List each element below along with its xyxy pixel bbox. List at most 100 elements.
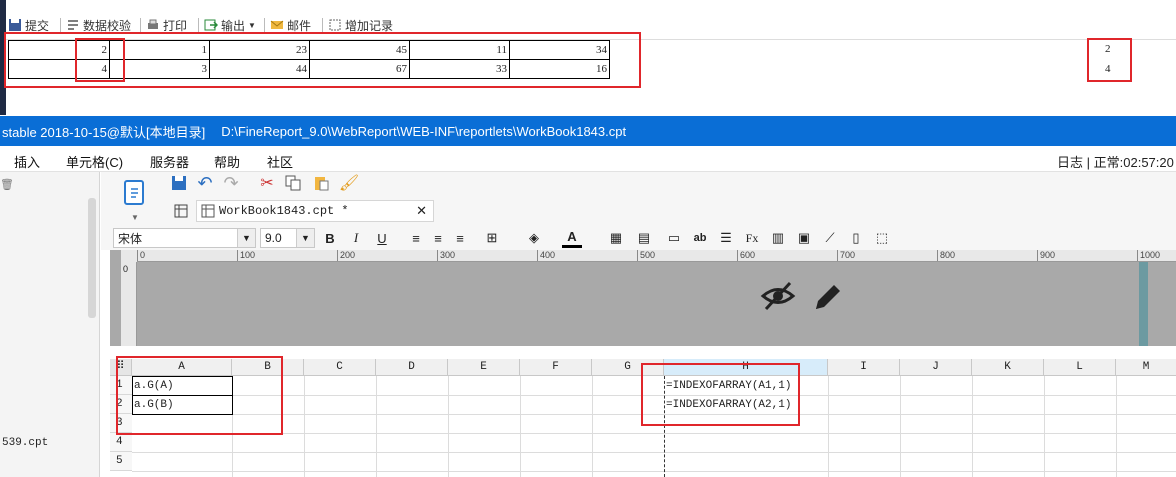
paste-icon[interactable] <box>312 174 330 192</box>
page-edge-marker <box>1139 262 1148 346</box>
log-link[interactable]: 日志 <box>1057 155 1083 170</box>
slash-icon[interactable]: ⟋ <box>820 228 840 248</box>
add-record-icon <box>328 18 342 32</box>
status-area: 日志 | 正常:02:57:20 <box>1057 152 1174 171</box>
ruler-label: 200 <box>340 250 356 260</box>
print-icon <box>146 18 160 32</box>
chevron-down-icon: ▼ <box>248 20 256 30</box>
menu-cell[interactable]: 单元格(C) <box>66 152 123 171</box>
mail-icon <box>270 18 284 32</box>
ruler-corner <box>121 250 137 262</box>
highlight-box <box>1087 38 1132 82</box>
close-icon[interactable]: ✕ <box>416 203 427 219</box>
tab-label: WorkBook1843.cpt * <box>219 204 349 218</box>
border-icon[interactable]: ⊞ <box>482 228 502 248</box>
file-tree-panel: 🗑 <box>0 172 100 477</box>
formula-icon[interactable]: Fx <box>742 228 762 248</box>
column-header[interactable]: I <box>828 359 900 376</box>
font-size-select[interactable]: 9.0 ▼ <box>260 228 315 248</box>
toolbar-divider <box>322 18 323 32</box>
save-icon <box>8 18 22 32</box>
insert-row-icon[interactable]: ▭ <box>664 228 684 248</box>
file-tree-item[interactable]: 539.cpt <box>2 437 48 449</box>
align-center-icon[interactable]: ≡ <box>428 228 448 248</box>
merge-cells-icon[interactable]: ▦ <box>606 228 626 248</box>
export-label: 输出 <box>221 18 246 33</box>
column-header[interactable]: J <box>900 359 972 376</box>
column-header[interactable]: M <box>1116 359 1176 376</box>
menu-insert[interactable]: 插入 <box>14 152 40 171</box>
ruler-label: 900 <box>1040 250 1056 260</box>
pencil-icon[interactable] <box>812 281 844 316</box>
toolbar-divider <box>140 18 141 32</box>
scrollbar[interactable] <box>88 198 96 318</box>
redo-icon[interactable]: ↷ <box>222 173 240 193</box>
column-header[interactable]: D <box>376 359 448 376</box>
cut-icon[interactable]: ✂ <box>258 174 276 192</box>
italic-icon[interactable]: I <box>346 228 366 248</box>
email-label: 邮件 <box>287 18 312 33</box>
menu-help[interactable]: 帮助 <box>214 152 240 171</box>
chevron-down-icon[interactable]: ▼ <box>126 208 144 226</box>
column-header[interactable]: F <box>520 359 592 376</box>
trash-icon[interactable]: 🗑 <box>0 178 14 191</box>
column-header[interactable]: E <box>448 359 520 376</box>
chart-icon[interactable]: ▥ <box>768 228 788 248</box>
font-family-select[interactable]: 宋体 ▼ <box>113 228 256 248</box>
add-record-label: 增加记录 <box>345 18 394 33</box>
sheet-icon <box>201 204 215 222</box>
format-brush-icon[interactable]: 🖌 <box>339 174 359 192</box>
bold-icon[interactable]: B <box>320 228 340 248</box>
column-header[interactable]: K <box>972 359 1044 376</box>
font-color-icon[interactable]: A <box>562 228 582 248</box>
ruler-label: 1000 <box>1140 250 1161 260</box>
row-header[interactable]: 4 <box>110 433 132 452</box>
ruler-label: 0 <box>140 250 146 260</box>
undo-icon[interactable]: ↶ <box>196 173 214 193</box>
text-icon[interactable]: ab <box>690 228 710 248</box>
toolbar-divider <box>264 18 265 32</box>
ruler-label: 300 <box>440 250 456 260</box>
tab-workbook[interactable]: WorkBook1843.cpt * ✕ <box>196 200 434 222</box>
file-path: D:\FineReport_9.0\WebReport\WEB-INF\repo… <box>221 123 627 139</box>
validate-label: 数据校验 <box>83 18 132 33</box>
richtext-icon[interactable]: ☰ <box>716 228 736 248</box>
underline-icon[interactable]: U <box>372 228 392 248</box>
status-divider: | <box>1086 155 1094 170</box>
ruler-label: 800 <box>940 250 956 260</box>
highlight-box <box>75 38 125 82</box>
widget-icon[interactable]: ⬚ <box>872 228 892 248</box>
validate-icon <box>66 18 80 32</box>
align-right-icon[interactable]: ≡ <box>450 228 470 248</box>
chevron-down-icon: ▼ <box>296 229 314 247</box>
fill-color-icon[interactable]: ◈ <box>524 228 544 248</box>
horizontal-ruler: 0 100 200 300 400 500 600 700 800 900 10… <box>137 250 1176 262</box>
grid-view-icon[interactable] <box>172 202 190 220</box>
ruler-label: 700 <box>840 250 856 260</box>
image-icon[interactable]: ▣ <box>794 228 814 248</box>
vertical-ruler: 0 <box>121 262 137 346</box>
save-icon[interactable] <box>170 174 188 192</box>
font-family-value: 宋体 <box>118 231 143 246</box>
menu-bar: 插入 单元格(C) 服务器 帮助 社区 日志 | 正常:02:57:20 <box>0 146 1176 172</box>
split-cells-icon[interactable]: ▤ <box>634 228 654 248</box>
align-left-icon[interactable]: ≡ <box>406 228 426 248</box>
eye-hidden-icon[interactable] <box>760 280 796 315</box>
font-size-value: 9.0 <box>265 231 282 245</box>
report-header-area[interactable] <box>110 250 1176 346</box>
menu-community[interactable]: 社区 <box>267 152 293 171</box>
ruler-label: 400 <box>540 250 556 260</box>
new-template-icon[interactable] <box>122 178 148 208</box>
ruler-label: 100 <box>240 250 256 260</box>
toolbar-divider <box>60 18 61 32</box>
copy-icon[interactable] <box>284 174 302 192</box>
window-title: stable 2018-10-15@默认[本地目录] <box>2 124 206 140</box>
submit-label: 提交 <box>25 18 50 33</box>
menu-server[interactable]: 服务器 <box>150 152 189 171</box>
highlight-box <box>116 356 283 435</box>
subreport-icon[interactable]: ▯ <box>846 228 866 248</box>
status-text: 正常:02:57:20 <box>1093 155 1174 170</box>
column-header[interactable]: C <box>304 359 376 376</box>
column-header[interactable]: L <box>1044 359 1116 376</box>
row-header[interactable]: 5 <box>110 452 132 471</box>
